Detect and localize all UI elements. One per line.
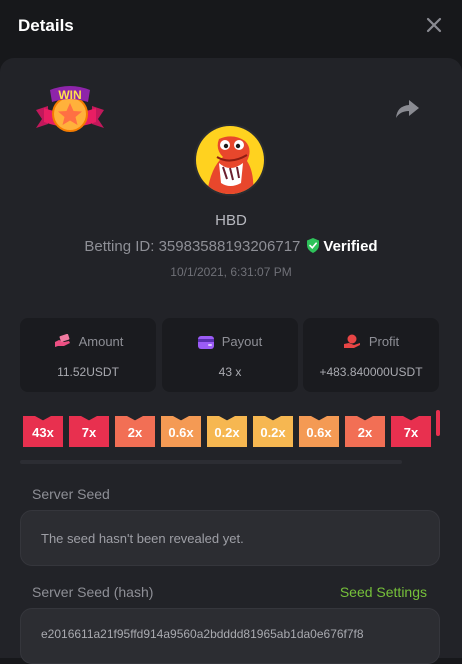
server-seed-hash-value: e2016611a21f95ffd914a9560a2bdddd81965ab1…: [41, 627, 364, 641]
cash-hand-icon: [54, 333, 70, 347]
multiplier-chip: 43x: [23, 416, 63, 447]
server-seed-label: Server Seed: [32, 486, 110, 502]
stat-payout: Payout 43 x: [162, 318, 298, 392]
modal-title: Details: [18, 16, 74, 35]
username: HBD: [215, 212, 247, 229]
win-badge-icon: WIN: [36, 86, 104, 132]
server-seed-hash-label: Server Seed (hash): [32, 584, 154, 600]
server-seed-hash-field[interactable]: e2016611a21f95ffd914a9560a2bdddd81965ab1…: [20, 608, 440, 664]
stat-amount-label: Amount: [78, 334, 124, 349]
stat-profit-label: Profit: [368, 334, 400, 349]
stat-amount-value: 11.52USDT: [57, 365, 119, 379]
multiplier-chip: 2x: [115, 416, 155, 447]
multiplier-edge-marker: [436, 410, 440, 436]
multiplier-chip: 0.6x: [161, 416, 201, 447]
multiplier-scrollbar[interactable]: [20, 460, 402, 464]
shield-check-icon: [307, 238, 320, 253]
coin-hand-icon: [343, 334, 360, 348]
multiplier-chip: 0.6x: [299, 416, 339, 447]
seed-settings-link[interactable]: Seed Settings: [340, 584, 427, 600]
server-seed-value: The seed hasn't been revealed yet.: [41, 531, 244, 546]
stat-payout-value: 43 x: [218, 365, 242, 379]
avatar: [194, 124, 266, 196]
share-icon[interactable]: [394, 98, 420, 120]
modal-header: Details: [0, 0, 462, 52]
multiplier-chip: 7x: [391, 416, 431, 447]
multiplier-chip: 0.2x: [207, 416, 247, 447]
badge-text: WIN: [58, 88, 81, 102]
bet-datetime: 10/1/2021, 6:31:07 PM: [170, 265, 292, 279]
stat-profit-value: +483.840000USDT: [319, 365, 423, 379]
server-seed-field[interactable]: The seed hasn't been revealed yet.: [20, 510, 440, 566]
betting-id: Betting ID: 35983588193206717: [84, 238, 301, 255]
close-icon[interactable]: [424, 15, 444, 35]
stat-payout-label: Payout: [221, 334, 263, 349]
multiplier-chip: 7x: [69, 416, 109, 447]
stat-amount: Amount 11.52USDT: [20, 318, 156, 392]
card-icon: [197, 336, 214, 349]
betting-id-row: Betting ID: 35983588193206717 Verified: [0, 238, 462, 255]
verified-label: Verified: [323, 238, 378, 255]
stat-profit: Profit +483.840000USDT: [303, 318, 439, 392]
multiplier-chip: 2x: [345, 416, 385, 447]
multiplier-chip: 0.2x: [253, 416, 293, 447]
